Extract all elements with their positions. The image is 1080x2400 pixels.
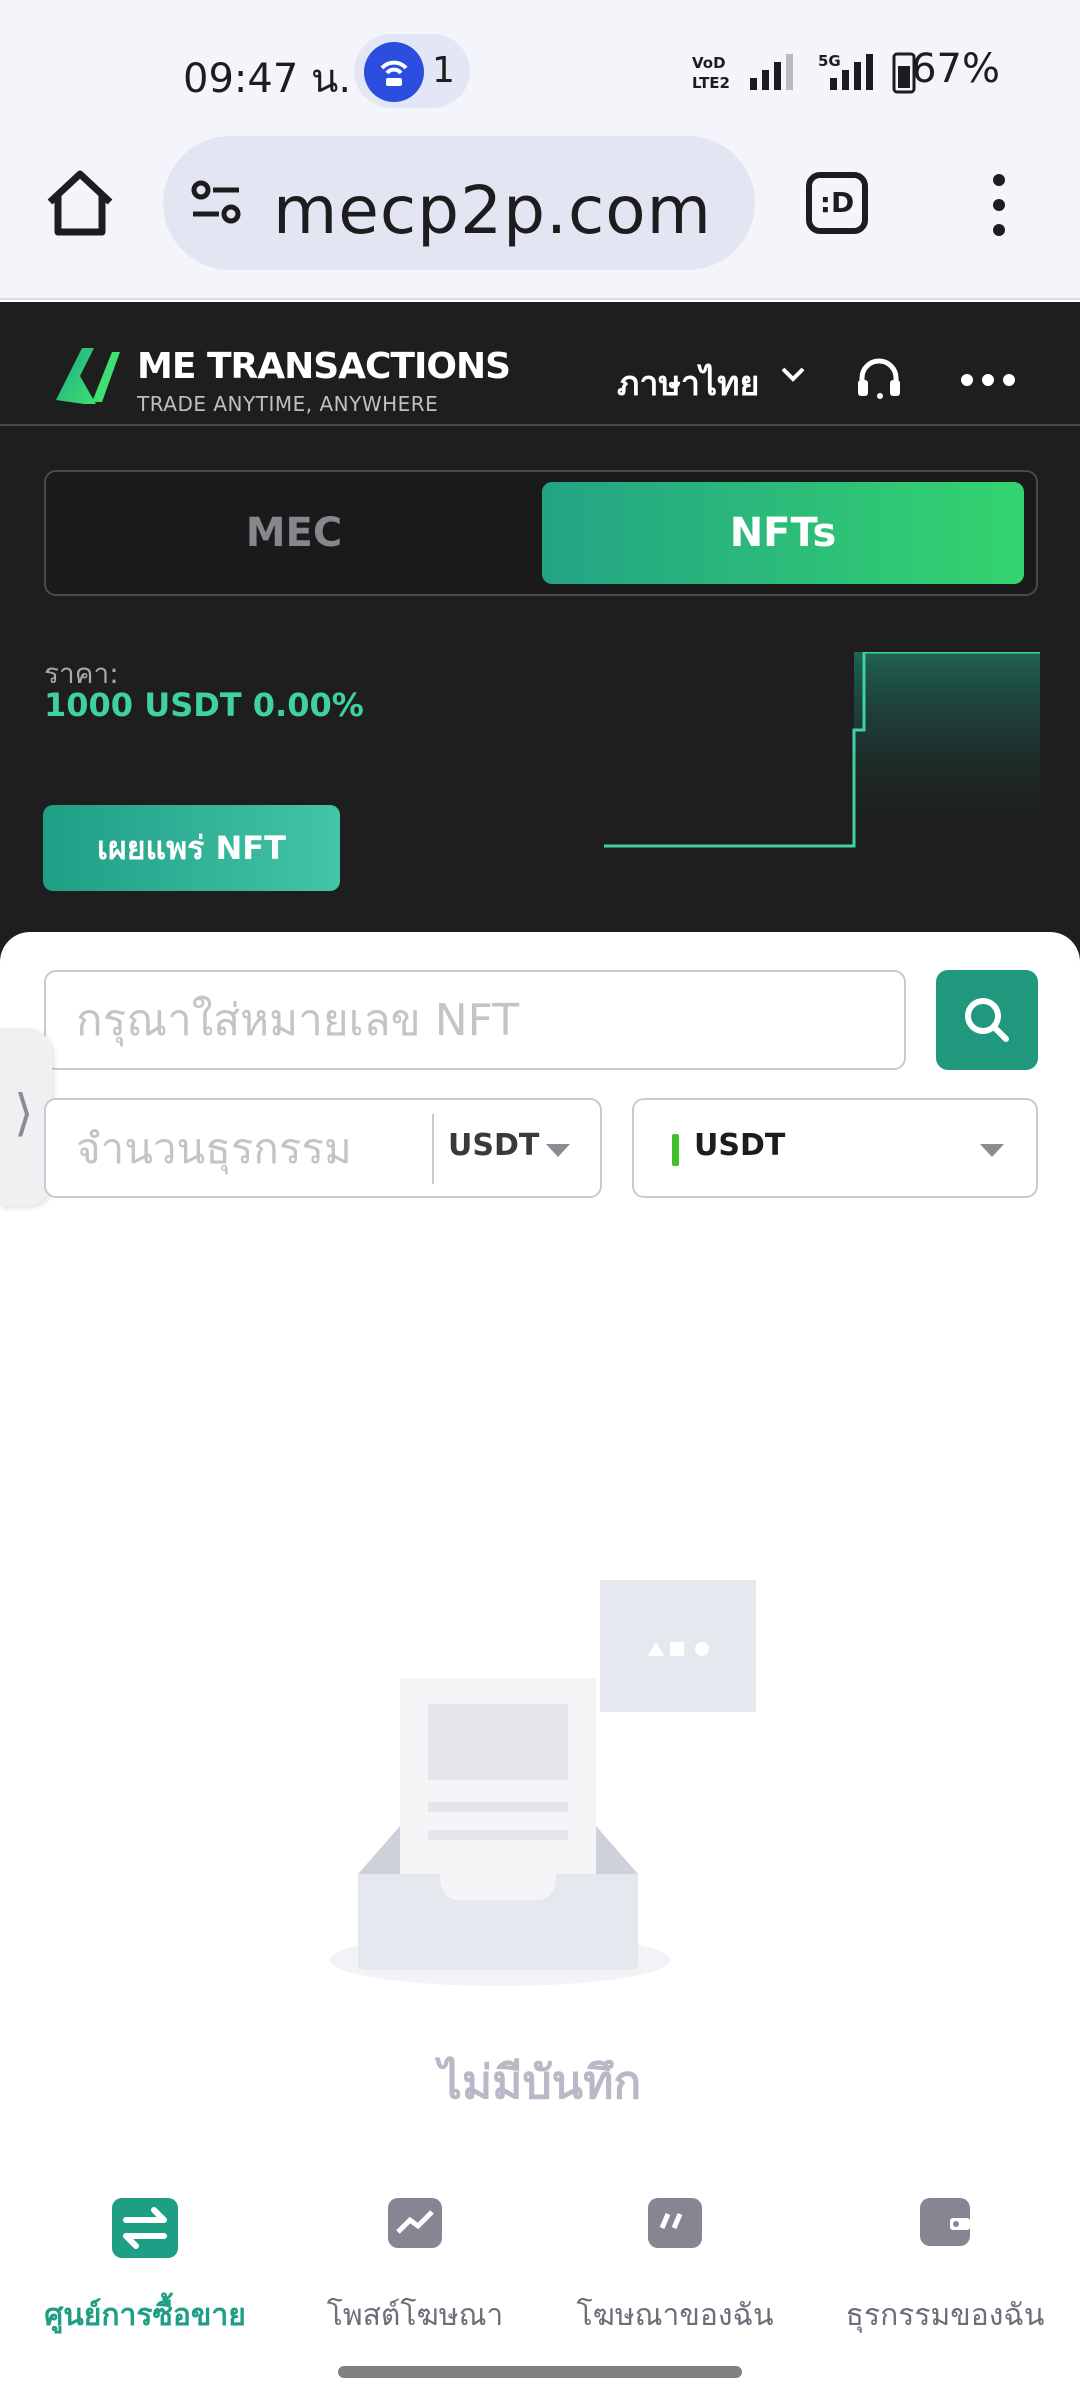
- svg-text:5G: 5G: [818, 52, 841, 70]
- app-hero: ME TRANSACTIONS TRADE ANYTIME, ANYWHERE …: [0, 302, 1080, 962]
- market-switcher: MEC NFTs: [44, 470, 1038, 596]
- brand-subtitle: TRADE ANYTIME, ANYWHERE: [137, 392, 439, 416]
- gesture-home-indicator[interactable]: [338, 2366, 742, 2378]
- my-ads-icon: [648, 2198, 702, 2248]
- headset-icon[interactable]: [856, 356, 902, 400]
- more-options-icon[interactable]: [960, 372, 1016, 386]
- browser-menu-icon[interactable]: [984, 170, 1014, 240]
- chevron-down-icon[interactable]: [780, 364, 806, 384]
- bottom-navigation: ศูนย์การซื้อขาย โพสต์โฆษณา โฆษณาของฉัน ธ…: [0, 2180, 1080, 2360]
- swap-icon: [112, 2198, 178, 2258]
- chevron-right-icon: ⟩: [14, 1084, 34, 1142]
- amount-input[interactable]: [46, 1100, 430, 1196]
- price-value: 1000 USDT 0.00%: [44, 686, 364, 724]
- nav-label: โฆษณาของฉัน: [576, 2298, 774, 2333]
- brand-title: ME TRANSACTIONS: [137, 346, 511, 387]
- language-selector[interactable]: ภาษาไทย: [617, 356, 759, 410]
- nav-my-ads[interactable]: โฆษณาของฉัน: [540, 2180, 810, 2333]
- caret-down-icon[interactable]: [546, 1144, 570, 1157]
- coin-select-value: USDT: [694, 1128, 786, 1163]
- empty-state-text: ไม่มีบันทึก: [438, 2055, 642, 2109]
- site-settings-icon[interactable]: [189, 178, 245, 228]
- search-icon: [965, 998, 1009, 1042]
- browser-toolbar: mecp2p.com :D: [0, 130, 1080, 300]
- nav-my-transactions[interactable]: ธุรกรรมของฉัน: [810, 2180, 1080, 2333]
- nft-search-input[interactable]: [44, 970, 906, 1070]
- nav-label: ศูนย์การซื้อขาย: [44, 2298, 246, 2333]
- amount-currency-select[interactable]: USDT: [448, 1128, 539, 1163]
- app-header: ME TRANSACTIONS TRADE ANYTIME, ANYWHERE …: [0, 302, 1080, 426]
- coin-indicator: [672, 1134, 679, 1166]
- battery-percent: 67%: [911, 46, 1000, 92]
- url-text: mecp2p.com: [273, 172, 712, 249]
- chart-post-icon: [388, 2198, 442, 2248]
- tab-mec[interactable]: MEC: [46, 472, 542, 594]
- notification-count: 1: [432, 50, 455, 91]
- home-icon[interactable]: [40, 164, 120, 244]
- nav-post-ad[interactable]: โพสต์โฆษณา: [280, 2180, 550, 2333]
- amount-filter: USDT: [44, 1098, 602, 1198]
- divider: [432, 1114, 434, 1184]
- wallet-icon: [920, 2198, 970, 2246]
- tab-nfts[interactable]: NFTs: [542, 482, 1024, 584]
- caret-down-icon: [980, 1144, 1004, 1157]
- svg-text:LTE2: LTE2: [692, 74, 730, 92]
- tab-switcher-button[interactable]: :D: [806, 172, 868, 234]
- svg-text:VoD: VoD: [692, 54, 726, 72]
- address-bar[interactable]: mecp2p.com: [163, 136, 755, 270]
- status-bar: 09:47 น. 1 VoD LTE2 5G 67%: [0, 0, 1080, 130]
- nav-label: โพสต์โฆษณา: [326, 2298, 504, 2333]
- search-button[interactable]: [936, 970, 1038, 1070]
- publish-nft-button[interactable]: เผยแพร่ NFT: [43, 805, 340, 891]
- nav-trading-center[interactable]: ศูนย์การซื้อขาย: [10, 2180, 280, 2333]
- empty-inbox-icon: [320, 1580, 760, 1990]
- notification-pill[interactable]: 1: [354, 34, 470, 108]
- logo-icon: [52, 342, 122, 410]
- price-sparkline: [604, 650, 1040, 852]
- coin-select[interactable]: USDT: [632, 1098, 1038, 1198]
- status-time: 09:47 น.: [183, 56, 352, 102]
- wifi-hotspot-icon: [364, 42, 424, 102]
- nav-label: ธุรกรรมของฉัน: [845, 2298, 1045, 2333]
